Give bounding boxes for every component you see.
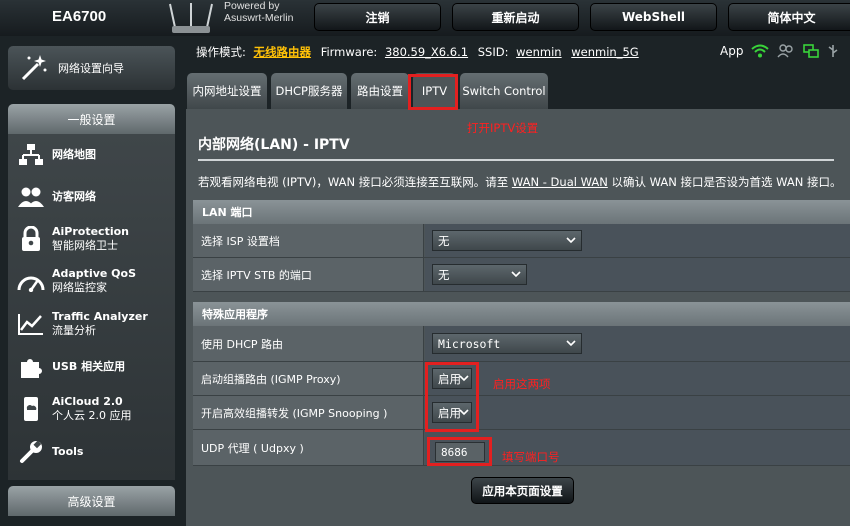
sidebar-item-tools[interactable]: Tools (8, 431, 175, 473)
sidebar-item-sublabel: 智能网络卫士 (52, 239, 118, 252)
igmp-proxy-label: 启动组播路由 (IGMP Proxy) (193, 362, 424, 395)
sidebar-item-usb-apps[interactable]: USB 相关应用 (8, 346, 175, 388)
firmware-value-link[interactable]: 380.59_X6.6.1 (385, 45, 468, 59)
udpxy-port-input[interactable]: 8686 (435, 442, 485, 462)
dhcp-route-label: 使用 DHCP 路由 (193, 326, 424, 361)
chevron-down-icon (459, 409, 469, 416)
webshell-button[interactable]: WebShell (590, 3, 717, 31)
sidebar-item-label: 访客网络 (52, 190, 96, 203)
sidebar-item-label: Traffic Analyzer 流量分析 (52, 310, 148, 337)
chevron-down-icon (459, 375, 469, 382)
tab-switch-control[interactable]: Switch Control (460, 73, 548, 109)
magic-wand-icon (21, 55, 47, 81)
language-button[interactable]: 简体中文 (728, 3, 850, 31)
sidebar-item-label: Tools (52, 445, 84, 458)
firmware-label: Firmware: (320, 45, 378, 59)
udpxy-label: UDP 代理 ( Udpxy ) (193, 430, 424, 465)
network-map-icon (19, 144, 43, 165)
general-settings-header: 一般设置 (8, 104, 175, 134)
usb-puzzle-icon (21, 359, 42, 378)
firmware-brand: Asuswrt-Merlin (224, 12, 294, 24)
sidebar-item-sublabel: 网络监控家 (52, 281, 107, 294)
mode-value-link[interactable]: 无线路由器 (254, 45, 312, 59)
page-description: 若观看网络电视 (IPTV)，WAN 接口必须连接至互联网。请至 WAN - D… (198, 175, 842, 189)
isp-profile-select[interactable]: 无 (432, 230, 582, 251)
qos-gauge-icon (17, 276, 45, 292)
tools-wrench-icon (20, 440, 42, 463)
aiprotection-lock-icon (22, 226, 40, 251)
sidebar-item-label: Adaptive QoS 网络监控家 (52, 267, 137, 294)
ssid-link-1[interactable]: wenmin (516, 45, 561, 59)
usb-status-icon[interactable] (827, 44, 839, 58)
special-apps-section-header: 特殊应用程序 (193, 302, 850, 326)
page-title: 内部网络(LAN) - IPTV (198, 137, 350, 153)
network-status-icon[interactable] (803, 44, 820, 58)
annotation-open-iptv: 打开IPTV设置 (467, 121, 539, 135)
sidebar-item-sublabel: 流量分析 (52, 324, 96, 337)
sidebar-item-label: USB 相关应用 (52, 360, 126, 373)
sidebar-item-adaptive-qos[interactable]: Adaptive QoS 网络监控家 (8, 260, 175, 302)
tab-dhcp-server[interactable]: DHCP服务器 (271, 73, 347, 109)
tab-lan-ip[interactable]: 内网地址设置 (187, 73, 267, 109)
stb-port-label: 选择 IPTV STB 的端口 (193, 258, 424, 291)
reboot-button[interactable]: 重新启动 (452, 3, 579, 31)
tab-iptv[interactable]: IPTV (413, 73, 456, 109)
dhcp-route-select[interactable]: Microsoft (432, 333, 582, 354)
sidebar-item-network-map[interactable]: 网络地图 (8, 134, 175, 176)
sidebar-item-label: 网络地图 (52, 148, 96, 161)
guest-network-icon (18, 187, 44, 207)
chevron-down-icon (511, 271, 521, 278)
powered-by: Powered by Asuswrt-Merlin (224, 0, 293, 24)
igmp-snooping-row: 开启高效组播转发 (IGMP Snooping ) (193, 396, 850, 430)
aicloud-icon (24, 397, 38, 421)
apply-settings-button[interactable]: 应用本页面设置 (471, 477, 574, 504)
tab-route[interactable]: 路由设置 (351, 73, 409, 109)
traffic-chart-icon (18, 314, 43, 335)
wizard-label: 网络设置向导 (58, 62, 124, 75)
sidebar-item-aicloud[interactable]: AiCloud 2.0 个人云 2.0 应用 (8, 388, 175, 430)
igmp-snooping-label: 开启高效组播转发 (IGMP Snooping ) (193, 396, 424, 429)
dual-wan-link[interactable]: WAN - Dual WAN (512, 175, 608, 189)
app-link[interactable]: App (720, 44, 743, 58)
sidebar-item-guest-network[interactable]: 访客网络 (8, 176, 175, 218)
chevron-down-icon (566, 237, 576, 244)
router-model: EA6700 (52, 8, 107, 25)
sidebar-item-label: AiProtection 智能网络卫士 (52, 225, 129, 252)
status-icons: App (720, 44, 839, 58)
status-line: 操作模式: 无线路由器 Firmware: 380.59_X6.6.1 SSID… (196, 44, 639, 60)
sidebar-item-aiprotection[interactable]: AiProtection 智能网络卫士 (8, 218, 175, 260)
annotation-enable-both: 启用这两项 (493, 377, 551, 391)
advanced-settings-header: 高级设置 (8, 486, 175, 516)
network-setup-wizard[interactable]: 网络设置向导 (8, 46, 175, 90)
ssid-label: SSID: (477, 45, 509, 59)
logout-button[interactable]: 注销 (314, 3, 441, 31)
clients-icon[interactable] (777, 44, 795, 58)
sidebar-item-sublabel: 个人云 2.0 应用 (52, 409, 132, 422)
sidebar-item-traffic-analyzer[interactable]: Traffic Analyzer 流量分析 (8, 303, 175, 345)
igmp-snooping-select[interactable]: 启用 (432, 402, 472, 423)
isp-profile-label: 选择 ISP 设置档 (193, 224, 424, 257)
router-logo-icon (169, 3, 213, 33)
mode-label: 操作模式: (196, 45, 246, 59)
stb-port-select[interactable]: 无 (432, 264, 527, 285)
ssid-link-2[interactable]: wenmin_5G (571, 45, 638, 59)
annotation-fill-port: 填写端口号 (502, 450, 560, 464)
sidebar-item-label: AiCloud 2.0 个人云 2.0 应用 (52, 395, 132, 422)
lan-port-section-header: LAN 端口 (193, 200, 850, 224)
chevron-down-icon (566, 340, 576, 347)
igmp-proxy-select[interactable]: 启用 (432, 368, 472, 389)
wifi-icon[interactable] (751, 44, 770, 58)
powered-by-label: Powered by (224, 0, 280, 12)
title-divider (198, 159, 834, 161)
